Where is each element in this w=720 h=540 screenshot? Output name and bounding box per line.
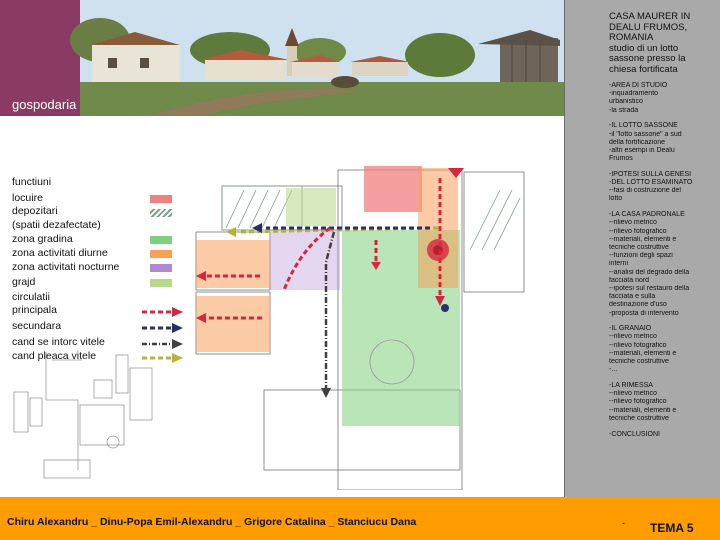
toc-line[interactable]: facciata nord	[609, 277, 720, 285]
toc-line[interactable]: -LA CASA PADRONALE	[609, 211, 720, 219]
toc-group: -CONCLUSIONI	[609, 431, 720, 439]
toc-line[interactable]: -inquadramento	[609, 90, 720, 98]
toc-line[interactable]: --fasi di costruzione del	[609, 187, 720, 195]
toc-line[interactable]: destinazione d'uso	[609, 301, 720, 309]
toc-line[interactable]: -IPOTESI SULLA GENESI	[609, 171, 720, 179]
panel-title: CASA MAURER IN DEALU FRUMOS, ROMANIA stu…	[609, 11, 719, 75]
toc-line[interactable]: --ipotesi sul restauro della	[609, 285, 720, 293]
toc-group: -IL GRANAIO --rilievo metrico --rilievo …	[609, 325, 720, 374]
context-plan	[13, 352, 153, 479]
toc-group: -LA CASA PADRONALE --rilievo metrico --r…	[609, 211, 720, 318]
toc-line[interactable]: -la strada	[609, 107, 720, 115]
toc-line[interactable]: --rilievo fotografico	[609, 398, 720, 406]
zone-diurne-west-2	[196, 296, 270, 352]
toc-line[interactable]: lotto	[609, 195, 720, 203]
panel-title-line: ROMANIA	[609, 32, 654, 43]
toc-line[interactable]: della fortificazione	[609, 139, 720, 147]
zone-grajd	[286, 188, 336, 226]
authors-text: Chiru Alexandru _ Dinu-Popa Emil-Alexand…	[7, 516, 417, 528]
toc-line[interactable]: --funzioni degli spazi	[609, 252, 720, 260]
site-plan-drawing	[13, 166, 525, 490]
toc-line[interactable]: -IL GRANAIO	[609, 325, 720, 333]
footer-dash: -	[622, 518, 625, 528]
toc-line[interactable]: --materiali, elementi e	[609, 407, 720, 415]
toc-line[interactable]: --rilievo metrico	[609, 219, 720, 227]
zone-diurne-west	[196, 240, 270, 288]
toc-line[interactable]: --rilievo fotografico	[609, 342, 720, 350]
side-panel: CASA MAURER IN DEALU FRUMOS, ROMANIA stu…	[564, 0, 720, 497]
toc-line[interactable]: -LA RIMESSA	[609, 382, 720, 390]
toc-line[interactable]: facciata e sulla	[609, 293, 720, 301]
tema-label: TEMA 5	[650, 521, 694, 535]
toc-line[interactable]: --rilievo metrico	[609, 333, 720, 341]
footer-bar: Chiru Alexandru _ Dinu-Popa Emil-Alexand…	[0, 497, 720, 540]
toc-line[interactable]: --materiali, elementi e	[609, 350, 720, 358]
toc-line[interactable]: urbanistico	[609, 98, 720, 106]
toc-line[interactable]: -altri esempi in Dealu	[609, 147, 720, 155]
toc-line[interactable]: -il "lotto sassone" a sud	[609, 131, 720, 139]
well-symbol	[441, 304, 449, 312]
toc-line[interactable]: -CONCLUSIONI	[609, 431, 720, 439]
toc-line[interactable]: -IL LOTTO SASSONE	[609, 122, 720, 130]
toc-line[interactable]: interni	[609, 260, 720, 268]
toc-group: -AREA DI STUDIO -inquadramento urbanisti…	[609, 82, 720, 115]
village-photo-illustration	[0, 0, 564, 116]
toc-group: -LA RIMESSA --rilievo metrico --rilievo …	[609, 382, 720, 423]
toc-line[interactable]: tecniche costruttive	[609, 244, 720, 252]
toc-line[interactable]: Frumos	[609, 155, 720, 163]
toc-line[interactable]: --rilievo metrico	[609, 390, 720, 398]
table-of-contents: -AREA DI STUDIO -inquadramento urbanisti…	[609, 82, 720, 446]
toc-line[interactable]: tecniche costruttive	[609, 415, 720, 423]
slide: gospodaria CASA MAURER IN DEALU FRUMOS, …	[0, 0, 720, 540]
toc-line[interactable]: tecniche costruttive	[609, 358, 720, 366]
toc-line[interactable]: --analisi del degrado della	[609, 269, 720, 277]
toc-group: -IPOTESI SULLA GENESI -DEL LOTTO ESAMINA…	[609, 171, 720, 204]
panel-title-line: CASA MAURER IN	[609, 11, 691, 22]
panel-title-line: chiesa fortificata	[609, 63, 678, 75]
zone-locuire	[364, 166, 422, 212]
band-label: gospodaria	[12, 97, 77, 112]
toc-line[interactable]: -AREA DI STUDIO	[609, 82, 720, 90]
header-photo: gospodaria	[0, 0, 564, 116]
zone-nocturne	[270, 230, 340, 290]
toc-line[interactable]: --rilievo fotografico	[609, 228, 720, 236]
toc-line[interactable]: --materiali, elementi e	[609, 236, 720, 244]
toc-line[interactable]: -proposta di intervento	[609, 310, 720, 318]
toc-group: -IL LOTTO SASSONE -il "lotto sassone" a …	[609, 122, 720, 163]
toc-line[interactable]: -DEL LOTTO ESAMINATO	[609, 179, 720, 187]
toc-line[interactable]: -...	[609, 366, 720, 374]
panel-title-line: sassone presso la	[609, 53, 686, 64]
